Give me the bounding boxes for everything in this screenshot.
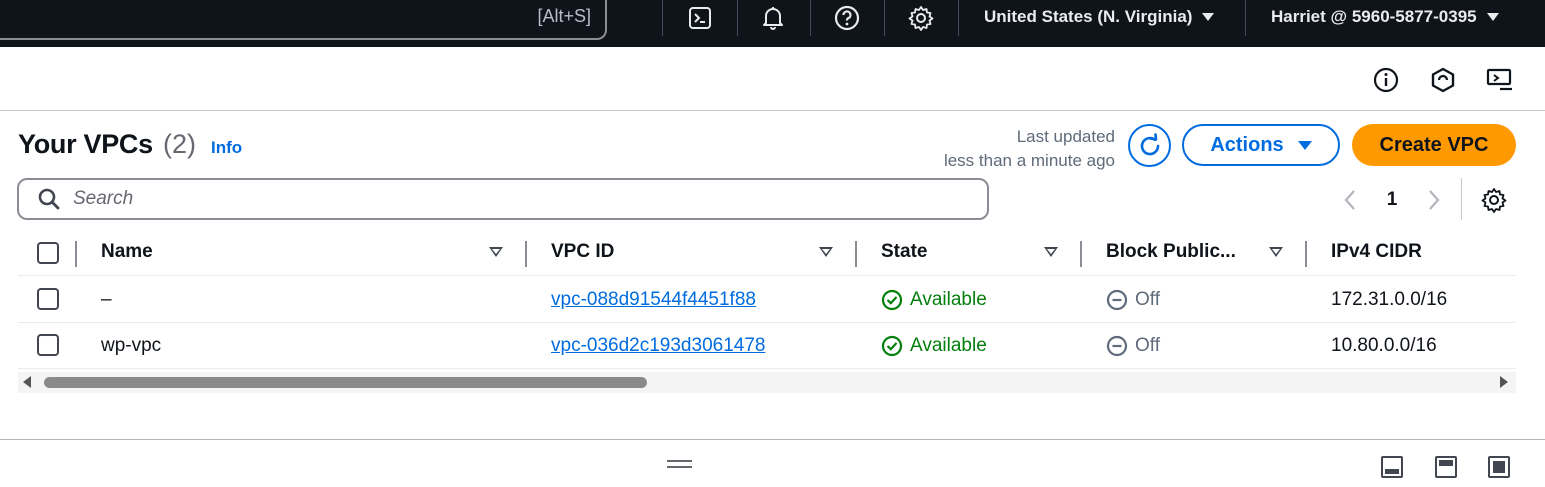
last-updated: Last updated less than a minute ago [944,125,1115,173]
cell-block-public: Off [1106,289,1160,311]
drag-handle-icon[interactable] [667,460,692,468]
bottom-panel-divider [0,439,1545,440]
nav-separator [958,0,959,36]
header-divider [0,110,1545,111]
page-title: Your VPCs [18,129,153,159]
account-label: Harriet @ 5960-5877-0395 [1271,7,1477,26]
info-circle-icon[interactable] [1372,66,1400,94]
check-circle-icon [881,289,903,311]
cloudshell-icon[interactable] [682,4,718,32]
column-header-ipv4-cidr[interactable]: IPv4 CIDR [1331,241,1422,263]
search-input[interactable] [73,188,953,210]
cell-state: Available [881,335,987,357]
cell-vpc-id-link[interactable]: vpc-088d91544f4451f88 [551,289,756,311]
region-label: United States (N. Virginia) [984,7,1193,26]
help-icon[interactable] [829,4,865,32]
table-header: Name VPC ID State Block Public... IPv4 C… [18,232,1516,276]
panel-bottom-icon[interactable] [1381,456,1403,478]
gear-icon[interactable] [903,4,939,32]
bell-icon[interactable] [755,4,791,32]
table-row[interactable]: wp-vpc vpc-036d2c193d3061478 Available O… [18,323,1516,369]
vpc-count: (2) [163,129,196,159]
sort-icon[interactable] [489,247,503,257]
panel-side-icon[interactable] [1435,456,1457,478]
column-separator[interactable] [1305,241,1307,267]
column-separator [75,241,77,267]
sort-icon[interactable] [1269,247,1283,257]
refresh-button[interactable] [1128,124,1171,167]
pager-separator [1461,178,1462,220]
display-settings-icon[interactable] [1486,66,1514,94]
table-settings-icon[interactable] [1480,186,1508,214]
actions-button[interactable]: Actions [1182,124,1340,166]
region-selector[interactable]: United States (N. Virginia) [984,7,1215,27]
refresh-icon [1140,132,1159,155]
nav-separator [1245,0,1246,36]
create-vpc-button[interactable]: Create VPC [1352,124,1516,166]
panel-full-icon[interactable] [1488,456,1510,478]
caret-down-icon [1297,140,1312,150]
row-checkbox[interactable] [37,288,59,310]
top-navigation: [Alt+S] United States (N. Virginia) Harr… [0,0,1545,47]
select-all-checkbox[interactable] [37,242,59,264]
last-updated-time: less than a minute ago [943,151,1115,170]
sort-icon[interactable] [1044,247,1058,257]
nav-separator [810,0,811,36]
column-header-block-public[interactable]: Block Public... [1106,241,1236,263]
search-shortcut-hint: [Alt+S] [537,6,591,26]
column-separator[interactable] [525,241,527,267]
cell-block-public: Off [1106,335,1160,357]
search-icon [38,188,60,210]
caret-down-icon [1486,13,1499,21]
caret-down-icon [1202,13,1215,21]
cell-ipv4-cidr: 172.31.0.0/16 [1331,289,1448,310]
block-public-label: Off [1135,289,1160,310]
sort-icon[interactable] [819,247,833,257]
table-row[interactable]: – vpc-088d91544f4451f88 Available Off 17… [18,277,1516,323]
state-label: Available [910,289,987,310]
cell-state: Available [881,289,987,311]
check-circle-icon [881,335,903,357]
nav-separator [737,0,738,36]
scroll-right-icon[interactable] [1500,376,1508,388]
column-separator[interactable] [855,241,857,267]
search-filter[interactable] [17,178,989,220]
info-link[interactable]: Info [211,138,242,158]
column-header-vpc-id[interactable]: VPC ID [551,241,614,263]
cell-name: – [101,289,112,310]
scroll-left-icon[interactable] [23,376,31,388]
last-updated-label: Last updated [1016,127,1115,146]
column-header-state[interactable]: State [881,241,927,263]
cell-vpc-id-link[interactable]: vpc-036d2c193d3061478 [551,335,765,357]
horizontal-scrollbar[interactable] [18,372,1516,393]
prev-page-icon[interactable] [1340,186,1360,214]
nav-separator [884,0,885,36]
scrollbar-thumb[interactable] [44,377,647,388]
nav-separator [662,0,663,36]
row-checkbox[interactable] [37,334,59,356]
security-hexagon-icon[interactable] [1429,66,1457,94]
cell-ipv4-cidr: 10.80.0.0/16 [1331,335,1437,356]
next-page-icon[interactable] [1424,186,1444,214]
column-separator[interactable] [1080,241,1082,267]
account-menu[interactable]: Harriet @ 5960-5877-0395 [1271,7,1499,27]
column-header-name[interactable]: Name [101,241,153,263]
minus-circle-icon [1106,289,1128,311]
create-vpc-label: Create VPC [1379,133,1489,156]
block-public-label: Off [1135,335,1160,356]
minus-circle-icon [1106,335,1128,357]
state-label: Available [910,335,987,356]
cell-name: wp-vpc [101,335,162,356]
current-page[interactable]: 1 [1380,186,1404,214]
global-search[interactable]: [Alt+S] [0,0,607,40]
actions-label: Actions [1210,133,1284,156]
